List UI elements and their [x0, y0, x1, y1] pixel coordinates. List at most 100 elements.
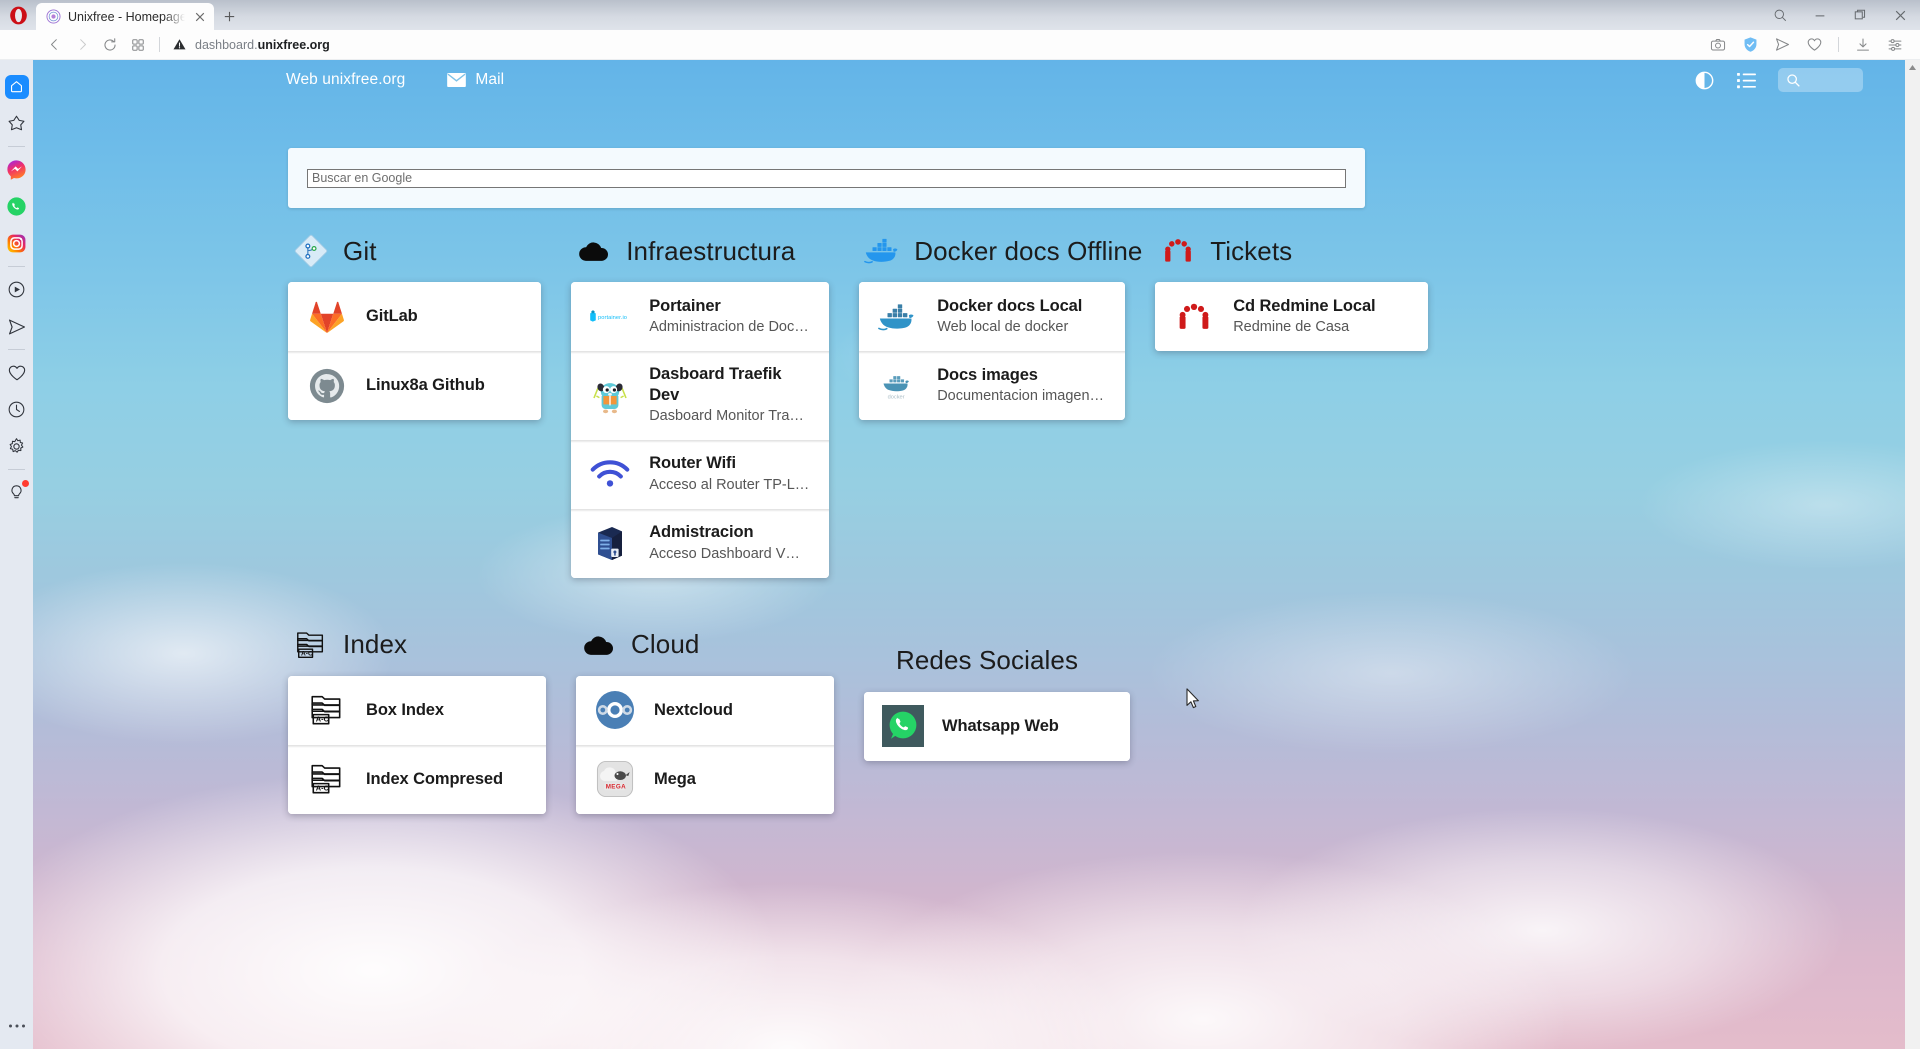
header-link-mail-label: Mail	[475, 71, 505, 88]
group-tickets: Tickets Cd Redmine Local Redmine de Casa	[1155, 228, 1428, 351]
group-title: Docker docs Offline	[914, 235, 1143, 266]
bookmark-subtitle: Documentacion imagenes ofi…	[937, 387, 1107, 404]
bookmark-text: Linux8a Github	[366, 375, 485, 396]
reload-button[interactable]	[96, 32, 124, 58]
portainer-icon: portainer.io	[589, 296, 631, 338]
sidebar-item-history[interactable]	[0, 391, 33, 428]
bookmark-text: Nextcloud	[654, 700, 733, 721]
file-index-icon: A-C	[306, 758, 348, 800]
header-link-web[interactable]: Web unixfree.org	[286, 71, 405, 89]
bookmark-item-whatsapp-web[interactable]: Whatsapp Web	[864, 691, 1130, 761]
search-input[interactable]	[307, 168, 1346, 188]
group-header: Cloud	[576, 622, 834, 668]
tab-gallery-button[interactable]	[124, 32, 152, 58]
toolbar-actions	[1703, 32, 1910, 58]
address-bar[interactable]: dashboard.unixfree.org	[167, 37, 1703, 52]
bookmark-item-gitlab[interactable]: GitLab	[288, 282, 542, 351]
sidebar-separator	[8, 469, 25, 470]
sidebar-overflow-button[interactable]	[0, 1012, 33, 1049]
back-button[interactable]	[40, 32, 68, 58]
bookmark-item-box-index[interactable]: A-C Box Index	[288, 675, 546, 745]
group-card: Whatsapp Web	[864, 691, 1130, 761]
scroll-up-icon[interactable]	[1905, 64, 1920, 71]
vpn-shield-icon[interactable]	[1735, 32, 1765, 58]
bookmark-item-nextcloud[interactable]: Nextcloud	[576, 675, 834, 745]
bookmark-text: Portainer Administracion de Docker via …	[649, 296, 811, 338]
snapshot-icon[interactable]	[1703, 32, 1733, 58]
sidebar-separator	[8, 146, 25, 147]
minimize-icon[interactable]	[1800, 0, 1840, 30]
traefik-gopher-icon	[589, 374, 631, 416]
bookmark-title: Dasboard Traefik Dev	[649, 365, 782, 405]
bookmark-item-index-compresed[interactable]: A-C Index Compresed	[288, 744, 546, 814]
bookmark-text: Whatsapp Web	[942, 716, 1059, 737]
sidebar-item-easy-setup[interactable]	[0, 474, 33, 511]
sidebar-item-speed-dial[interactable]	[0, 105, 33, 142]
group-header: Git	[288, 228, 541, 274]
forward-button[interactable]	[68, 32, 96, 58]
maximize-icon[interactable]	[1840, 0, 1880, 30]
opera-logo-icon[interactable]	[0, 0, 36, 30]
bookmark-text: Dasboard Traefik Dev Dasboard Monitor Tr…	[649, 364, 811, 427]
sidebar-item-player[interactable]	[0, 271, 33, 308]
git-diamond-icon	[292, 232, 330, 270]
bookmark-item-admistracion[interactable]: Admistracion Acceso Dashboard VM Deskt…	[571, 508, 830, 578]
header-link-web-label: Web unixfree.org	[286, 71, 406, 88]
bookmark-item-docker-docs-local[interactable]: Docker docs Local Web local de docker	[859, 282, 1126, 351]
bookmark-item-docs-images[interactable]: docker Docs images Documentacion imagene…	[859, 351, 1126, 420]
opera-sidebar	[0, 60, 33, 1049]
bookmark-item-github[interactable]: Linux8a Github	[288, 351, 542, 420]
bookmark-text: Mega	[654, 769, 696, 790]
svg-text:MEGA: MEGA	[606, 784, 626, 791]
opera-browser-window: Unixfree - Homepage dashboard.unixfree.o…	[0, 0, 1920, 1049]
bookmark-title: GitLab	[366, 306, 418, 325]
bookmark-item-router-wifi[interactable]: Router Wifi Acceso al Router TP-Link	[571, 439, 830, 509]
page-scrollbar[interactable]	[1905, 60, 1920, 1049]
messenger-icon	[5, 158, 29, 182]
group-card: Cd Redmine Local Redmine de Casa	[1155, 282, 1428, 351]
file-index-icon: A-C	[306, 689, 348, 731]
browser-tab[interactable]: Unixfree - Homepage	[36, 3, 214, 30]
bookmark-subtitle: Administracion de Docker via …	[649, 318, 812, 335]
nextcloud-icon	[594, 689, 636, 731]
bookmark-item-redmine-local[interactable]: Cd Redmine Local Redmine de Casa	[1155, 282, 1428, 351]
sidebar-item-bookmarks[interactable]	[0, 354, 33, 391]
contrast-icon[interactable]	[1694, 70, 1714, 90]
sidebar-item-instagram[interactable]	[0, 225, 33, 262]
search-icon[interactable]	[1760, 0, 1800, 30]
group-header: Tickets	[1155, 228, 1428, 274]
bookmark-item-traefik[interactable]: Dasboard Traefik Dev Dasboard Monitor Tr…	[571, 351, 830, 440]
sidebar-item-settings[interactable]	[0, 428, 33, 465]
svg-text:portainer.io: portainer.io	[598, 314, 627, 320]
group-git: Git GitLab Linux8a Github	[288, 228, 542, 420]
close-icon[interactable]	[192, 9, 208, 25]
easy-setup-icon[interactable]	[1880, 32, 1910, 58]
bookmark-subtitle: Web local de docker	[937, 318, 1069, 335]
new-tab-button[interactable]	[214, 3, 244, 30]
github-icon	[306, 365, 348, 407]
sidebar-item-whatsapp[interactable]	[0, 188, 33, 225]
header-link-mail[interactable]: Mail	[447, 71, 504, 89]
navigation-bar: dashboard.unixfree.org	[0, 30, 1920, 60]
bookmark-item-portainer[interactable]: portainer.io Portainer Administracion de…	[571, 282, 830, 351]
bookmark-text: Admistracion Acceso Dashboard VM Deskt…	[649, 522, 811, 564]
group-title: Tickets	[1210, 235, 1293, 266]
svg-text:A-C: A-C	[316, 715, 330, 724]
site-search-box[interactable]	[1778, 68, 1863, 92]
not-secure-warning-icon[interactable]	[172, 37, 187, 52]
list-icon[interactable]	[1736, 70, 1756, 90]
bookmark-subtitle: Redmine de Casa	[1233, 318, 1350, 335]
sidebar-item-messenger[interactable]	[0, 151, 33, 188]
sidebar-item-flow[interactable]	[0, 308, 33, 345]
heart-icon[interactable]	[1799, 32, 1829, 58]
bookmark-title: Docker docs Local	[937, 296, 1083, 315]
close-icon[interactable]	[1880, 0, 1920, 30]
group-header: Docker docs Offline	[859, 228, 1142, 274]
sidebar-item-home[interactable]	[0, 68, 33, 105]
bookmark-subtitle: Acceso al Router TP-Link	[649, 476, 812, 493]
flow-send-icon[interactable]	[1767, 32, 1797, 58]
group-title: Redes Sociales	[896, 645, 1079, 676]
downloads-icon[interactable]	[1848, 32, 1878, 58]
bookmark-text: Router Wifi Acceso al Router TP-Link	[649, 453, 811, 495]
bookmark-item-mega[interactable]: MEGA Mega	[576, 744, 834, 814]
